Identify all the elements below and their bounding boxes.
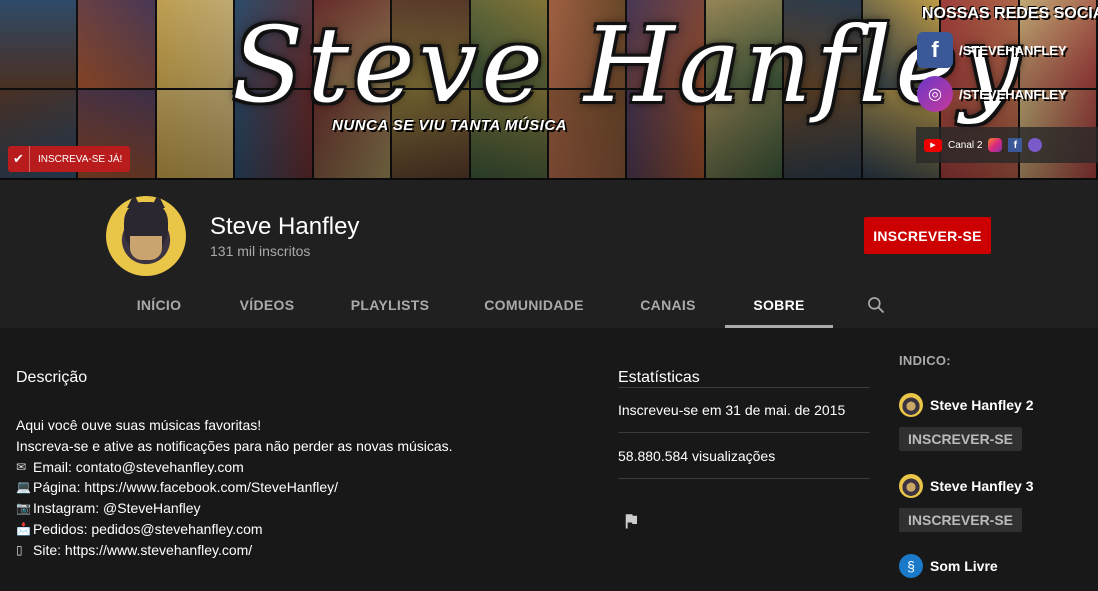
featured-channels-title: INDICO:: [899, 353, 951, 368]
tab-sobre[interactable]: SOBRE: [725, 282, 833, 328]
som-livre-logo-icon[interactable]: §: [899, 554, 923, 578]
banner-overlay-links[interactable]: ▶ Canal 2 f: [916, 127, 1098, 163]
featured-channel: Steve Hanfley 3 INSCREVER-SE: [899, 474, 1098, 532]
featured-channel: Steve Hanfley 2 INSCREVER-SE: [899, 393, 1098, 451]
banner-subscribe-label: INSCREVA-SE JÁ!: [38, 153, 123, 165]
banner-instagram-row: ◎ /STEVEHANFLEY: [917, 76, 1067, 112]
description-line: Aqui você ouve suas músicas favoritas!: [16, 417, 262, 433]
camera-icon: 📷: [16, 501, 31, 516]
channel-avatar[interactable]: [899, 393, 923, 417]
channel-banner: Steve Hanfley NUNCA SE VIU TANTA MÚSICA …: [0, 0, 1098, 180]
description-line: ✉ Email: contato@stevehanfley.com: [16, 457, 453, 478]
banner-subscribe-badge: ✔ INSCREVA-SE JÁ!: [8, 146, 130, 172]
banner-instagram-handle: /STEVEHANFLEY: [959, 86, 1067, 102]
subscriber-count: 131 mil inscritos: [210, 243, 311, 259]
stat-views: 58.880.584 visualizações: [618, 433, 870, 479]
featured-channel: § Som Livre: [899, 554, 1098, 578]
flag-icon[interactable]: [622, 512, 640, 530]
instagram-link-icon[interactable]: [988, 138, 1003, 152]
missing-glyph-icon: ▯: [16, 542, 23, 557]
description-text: Aqui você ouve suas músicas favoritas! I…: [16, 415, 453, 561]
banner-social-title: NOSSAS REDES SOCIAIS:: [922, 5, 1098, 22]
featured-subscribe-button[interactable]: INSCREVER-SE: [899, 508, 1023, 532]
description-title: Descrição: [16, 369, 88, 386]
search-icon[interactable]: [866, 295, 886, 315]
tab-inicio[interactable]: INÍCIO: [106, 282, 212, 328]
featured-channel-link[interactable]: § Som Livre: [899, 554, 1098, 578]
description-line: 📷 Instagram: @SteveHanfley: [16, 498, 453, 519]
channel-avatar[interactable]: [899, 474, 923, 498]
description-line: ▯ Site: https://www.stevehanfley.com/: [16, 540, 453, 561]
subscribe-button[interactable]: INSCREVER-SE: [864, 217, 991, 254]
inbox-icon: 📩: [16, 521, 31, 536]
checkmark-icon: ✔: [8, 146, 30, 172]
about-content: Descrição Aqui você ouve suas músicas fa…: [0, 328, 1098, 591]
social-link-icon[interactable]: [1028, 138, 1043, 152]
channel-search-button[interactable]: [858, 282, 894, 328]
laptop-icon: 💻: [16, 480, 31, 495]
avatar: [106, 196, 186, 276]
report-flag-button[interactable]: [622, 512, 640, 535]
facebook-icon: f: [917, 32, 953, 68]
banner-facebook-handle: /STEVEHANFLEY: [959, 42, 1067, 58]
instagram-icon: ◎: [917, 76, 953, 112]
featured-channel-link[interactable]: Steve Hanfley 3: [899, 474, 1098, 498]
banner-logo: Steve Hanfley: [232, 4, 1024, 126]
stat-joined: Inscreveu-se em 31 de mai. de 2015: [618, 387, 870, 433]
stats-title: Estatísticas: [618, 369, 700, 386]
description-line: 📩 Pedidos: pedidos@stevehanfley.com: [16, 519, 453, 540]
envelope-icon: ✉: [16, 459, 27, 474]
featured-channel-name[interactable]: Som Livre: [930, 558, 998, 574]
description-line: 💻 Página: https://www.facebook.com/SteveH…: [16, 477, 453, 498]
facebook-link-icon[interactable]: f: [1008, 138, 1023, 152]
featured-subscribe-button[interactable]: INSCREVER-SE: [899, 427, 1023, 451]
tab-playlists[interactable]: PLAYLISTS: [338, 282, 442, 328]
channel-header: Steve Hanfley 131 mil inscritos INSCREVE…: [0, 180, 1098, 328]
description-line: Inscreva-se e ative as notificações para…: [16, 437, 453, 454]
tab-canais[interactable]: CANAIS: [628, 282, 708, 328]
avatar-face-shape: [130, 236, 162, 260]
stats-list: Inscreveu-se em 31 de mai. de 2015 58.88…: [618, 387, 870, 479]
featured-channel-name[interactable]: Steve Hanfley 2: [930, 397, 1034, 413]
tab-videos[interactable]: VÍDEOS: [218, 282, 316, 328]
banner-tagline: NUNCA SE VIU TANTA MÚSICA: [332, 117, 567, 134]
youtube-icon[interactable]: ▶: [924, 138, 942, 152]
channel-name: Steve Hanfley: [210, 213, 360, 240]
featured-channel-name[interactable]: Steve Hanfley 3: [930, 478, 1034, 494]
tab-comunidade[interactable]: COMUNIDADE: [478, 282, 590, 328]
overlay-link-label[interactable]: Canal 2: [948, 140, 982, 151]
featured-channel-link[interactable]: Steve Hanfley 2: [899, 393, 1098, 417]
banner-facebook-row: f /STEVEHANFLEY: [917, 32, 1067, 68]
